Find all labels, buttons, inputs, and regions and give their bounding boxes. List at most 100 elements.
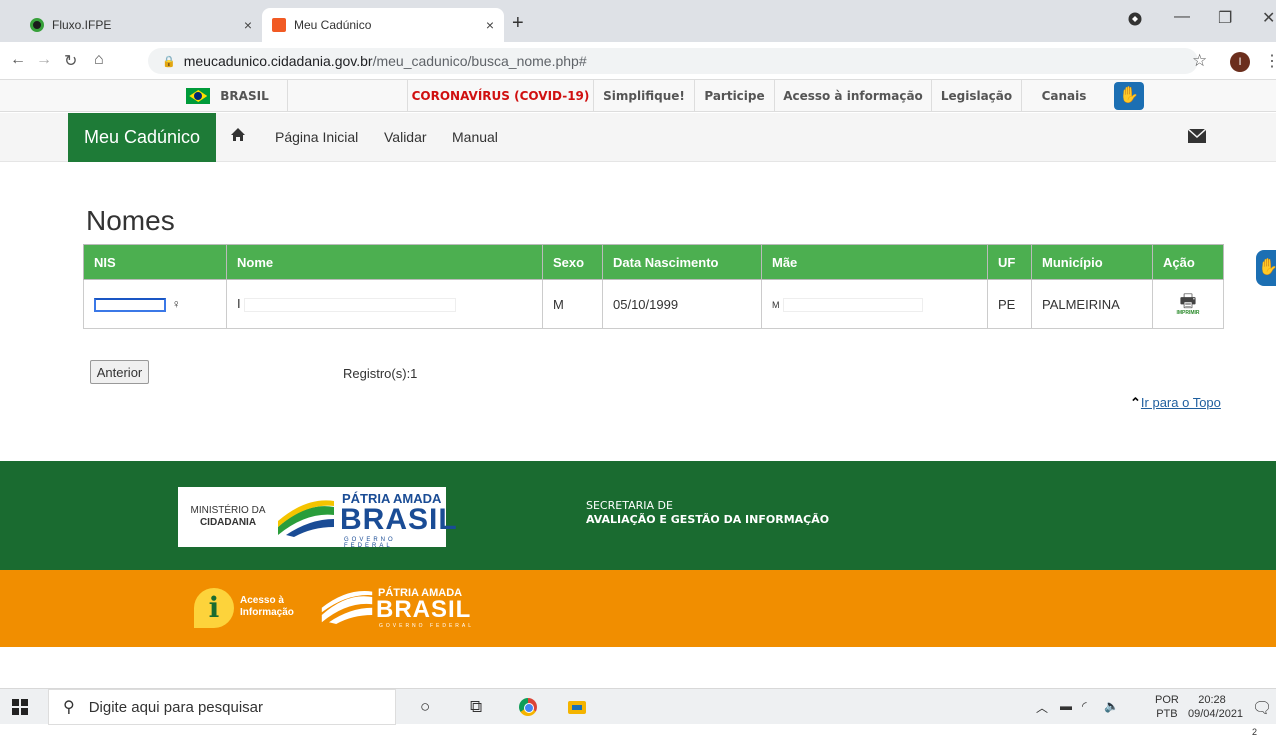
- gov-bar: BRASIL CORONAVÍRUS (COVID-19) Simplifiqu…: [0, 80, 1276, 112]
- redacted-name-block: [244, 297, 457, 312]
- secretaria-text: SECRETARIA DE AVALIAÇÃO E GESTÃO DA INFO…: [586, 499, 829, 527]
- info-icon[interactable]: i: [194, 588, 234, 628]
- nav-link-pagina-inicial[interactable]: Página Inicial: [275, 129, 358, 145]
- chevron-up-icon: ⌃: [1130, 395, 1141, 410]
- close-window-icon[interactable]: ✕: [1262, 8, 1275, 28]
- ministerio-line1: MINISTÉRIO DA: [190, 505, 266, 516]
- brasil-swoosh-white-icon: [321, 591, 373, 624]
- brand-link[interactable]: Meu Cadúnico: [68, 113, 216, 162]
- battery-icon[interactable]: ▬: [1060, 699, 1072, 713]
- clock[interactable]: 20:28 09/04/2021: [1188, 693, 1244, 721]
- footer-secondary: i Acesso à Informação PÁTRIA AMADA BRASI…: [0, 570, 1276, 647]
- tab-label: Meu Cadúnico: [294, 18, 372, 32]
- cell-uf: PE: [987, 279, 1032, 329]
- browser-menu-icon[interactable]: ⋮: [1264, 51, 1276, 71]
- back-icon[interactable]: ←: [10, 51, 26, 69]
- secretaria-line1: SECRETARIA DE: [586, 499, 673, 512]
- acesso-informacao-link[interactable]: Acesso à Informação: [240, 595, 294, 619]
- forward-icon[interactable]: →: [36, 51, 52, 69]
- cell-data-nascimento: 05/10/1999: [602, 279, 762, 329]
- tab-label: Fluxo.IFPE: [52, 18, 112, 32]
- ministerio-text: MINISTÉRIO DA CIDADANIA: [186, 505, 270, 529]
- clock-time: 20:28: [1198, 694, 1226, 706]
- tray-chevron-up-icon[interactable]: ︿: [1036, 699, 1048, 716]
- nome-value: I: [237, 296, 241, 312]
- reload-icon[interactable]: ↻: [64, 51, 77, 71]
- mail-icon[interactable]: [1187, 127, 1207, 148]
- gov-link-participe[interactable]: Participe: [695, 80, 775, 112]
- task-view-icon[interactable]: ⧉: [470, 697, 482, 717]
- address-bar-row: ← → ↻ ⌂ 🔒 meucadunico.cidadania.gov.br/m…: [0, 42, 1276, 80]
- column-header-mae: Mãe: [761, 244, 988, 280]
- minimize-icon[interactable]: —: [1174, 8, 1190, 26]
- ministerio-line2: CIDADANIA: [199, 517, 257, 528]
- cell-nome: I: [226, 279, 543, 329]
- cell-mae: M: [761, 279, 988, 329]
- lock-icon: 🔒: [162, 55, 176, 68]
- column-header-sexo: Sexo: [542, 244, 603, 280]
- lang-bottom: PTB: [1156, 708, 1178, 720]
- tab-fluxo-ifpe[interactable]: Fluxo.IFPE ×: [20, 8, 262, 42]
- extension-icon[interactable]: [1128, 12, 1142, 31]
- column-header-acao: Ação: [1152, 244, 1224, 280]
- cell-municipio: PALMEIRINA: [1031, 279, 1153, 329]
- acesso-line2: Informação: [240, 607, 294, 618]
- nav-link-validar[interactable]: Validar: [384, 129, 427, 145]
- file-explorer-icon[interactable]: [568, 701, 586, 714]
- table-header-row: NIS Nome Sexo Data Nascimento Mãe UF Mun…: [83, 244, 1224, 280]
- bookmark-star-icon[interactable]: ☆: [1192, 51, 1207, 71]
- gov-link-simplifique[interactable]: Simplifique!: [594, 80, 695, 112]
- column-header-data-nascimento: Data Nascimento: [602, 244, 762, 280]
- results-table: NIS Nome Sexo Data Nascimento Mãe UF Mun…: [83, 244, 1224, 329]
- vlibras-side-icon[interactable]: ✋: [1256, 250, 1276, 286]
- vlibras-accessibility-icon[interactable]: ✋: [1114, 82, 1144, 110]
- notification-center-icon[interactable]: 🗨2: [1252, 698, 1276, 737]
- profile-avatar[interactable]: I: [1230, 52, 1250, 72]
- table-row: ♀ I M 05/10/1999 M PE PALMEIRINA 🖶 IMPRI…: [83, 279, 1224, 329]
- url-input[interactable]: 🔒 meucadunico.cidadania.gov.br/meu_cadun…: [148, 48, 1198, 74]
- home-browser-icon[interactable]: ⌂: [94, 51, 104, 69]
- gov-link-canais[interactable]: Canais: [1022, 80, 1106, 112]
- browser-tab-bar: Fluxo.IFPE × Meu Cadúnico × + — ❐ ✕: [0, 0, 1276, 42]
- cortana-icon[interactable]: ○: [420, 697, 430, 717]
- taskbar-search-input[interactable]: ⚲ Digite aqui para pesquisar: [48, 689, 396, 725]
- tab-meu-cadunico[interactable]: Meu Cadúnico ×: [262, 8, 504, 42]
- site-navbar: Meu Cadúnico Página Inicial Validar Manu…: [0, 113, 1276, 162]
- new-tab-button[interactable]: +: [512, 12, 524, 35]
- windows-start-icon[interactable]: [12, 699, 28, 720]
- column-header-nis: NIS: [83, 244, 227, 280]
- search-icon: ⚲: [63, 699, 75, 716]
- brazil-flag-icon: [186, 88, 211, 104]
- governo-federal-white-text: GOVERNO FEDERAL: [379, 623, 475, 629]
- nis-value-selected[interactable]: [94, 297, 166, 312]
- chrome-icon[interactable]: [519, 698, 537, 716]
- clock-date: 09/04/2021: [1188, 708, 1244, 720]
- gender-female-icon: ♀: [171, 297, 181, 312]
- close-tab-icon[interactable]: ×: [244, 17, 252, 33]
- secretaria-line2: AVALIAÇÃO E GESTÃO DA INFORMAÇÃO: [586, 513, 830, 526]
- language-indicator[interactable]: POR PTB: [1155, 693, 1179, 721]
- column-header-municipio: Município: [1031, 244, 1153, 280]
- nav-link-manual[interactable]: Manual: [452, 129, 498, 145]
- wifi-icon[interactable]: ◜: [1082, 699, 1087, 713]
- previous-button[interactable]: Anterior: [90, 360, 149, 384]
- mae-value: M: [772, 300, 780, 311]
- back-to-top-link[interactable]: ⌃Ir para o Topo: [1130, 395, 1221, 411]
- close-tab-icon[interactable]: ×: [486, 17, 494, 33]
- back-to-top-label: Ir para o Topo: [1140, 395, 1221, 410]
- gov-spacer: [288, 80, 408, 112]
- home-icon[interactable]: [230, 127, 246, 148]
- acesso-line1: Acesso à: [240, 595, 284, 606]
- brasil-white-text: BRASIL: [376, 596, 472, 623]
- cell-nis: ♀: [83, 279, 227, 329]
- cell-sexo: M: [542, 279, 603, 329]
- print-button[interactable]: 🖶 IMPRIMIR: [1176, 292, 1199, 316]
- page-title: Nomes: [86, 205, 175, 236]
- gov-link-legislacao[interactable]: Legislação: [932, 80, 1022, 112]
- gov-link-covid[interactable]: CORONAVÍRUS (COVID-19): [408, 80, 594, 112]
- volume-icon[interactable]: 🔈: [1104, 699, 1119, 713]
- gov-brasil-link[interactable]: BRASIL: [168, 80, 288, 112]
- footer-main: MINISTÉRIO DA CIDADANIA PÁTRIA AMADA BRA…: [0, 461, 1276, 570]
- gov-link-acesso[interactable]: Acesso à informação: [775, 80, 932, 112]
- restore-icon[interactable]: ❐: [1218, 8, 1232, 28]
